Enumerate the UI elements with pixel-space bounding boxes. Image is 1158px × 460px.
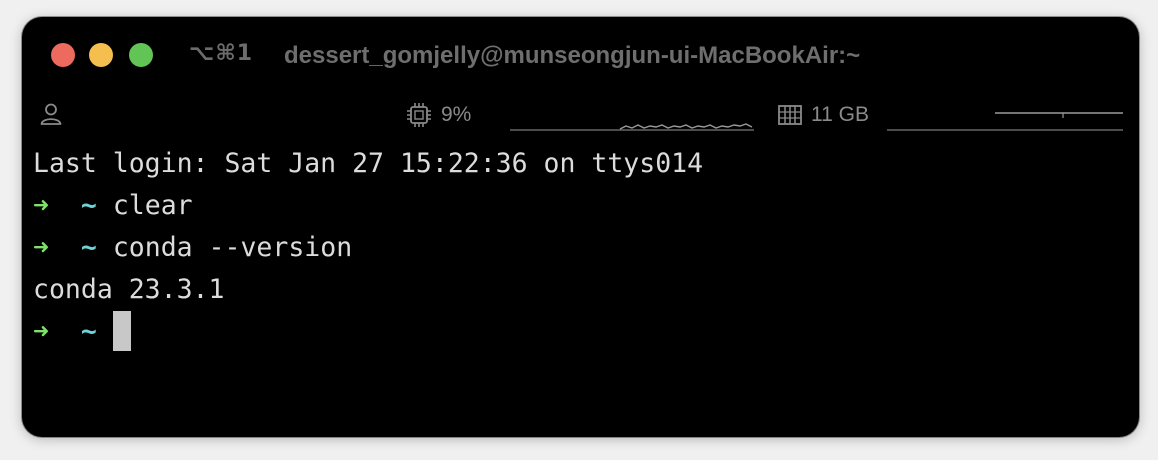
memory-icon [777, 104, 803, 131]
cpu-chip-icon [406, 102, 432, 133]
command-text: conda --version [112, 232, 353, 263]
command-output: conda 23.3.1 [33, 274, 225, 305]
prompt-line: ➜ ~ clear [33, 185, 703, 227]
prompt-directory: ~ [80, 190, 97, 221]
memory-usage: 11 GB [811, 103, 869, 126]
memory-usage-graph [887, 105, 1123, 140]
prompt-line: ➜ ~ conda --version [33, 227, 703, 269]
prompt-directory: ~ [80, 232, 97, 263]
maximize-button[interactable] [129, 43, 153, 67]
terminal-window: ⌥⌘1 dessert_gomjelly@munseongjun-ui-MacB… [22, 17, 1139, 437]
close-button[interactable] [51, 43, 75, 67]
title-bar[interactable]: ⌥⌘1 dessert_gomjelly@munseongjun-ui-MacB… [22, 17, 1139, 93]
login-message: Last login: Sat Jan 27 15:22:36 on ttys0… [33, 148, 704, 179]
person-icon[interactable] [38, 101, 64, 132]
terminal-output[interactable]: Last login: Sat Jan 27 15:22:36 on ttys0… [33, 143, 703, 353]
prompt-directory: ~ [80, 316, 97, 347]
prompt-arrow: ➜ [33, 316, 49, 347]
cpu-usage: 9% [441, 103, 472, 126]
window-title: dessert_gomjelly@munseongjun-ui-MacBookA… [284, 42, 861, 69]
tab-shortcut-label: ⌥⌘1 [189, 41, 254, 66]
status-bar: 9% 11 GB [22, 93, 1139, 137]
active-prompt-line[interactable]: ➜ ~ [33, 310, 703, 353]
minimize-button[interactable] [89, 43, 113, 67]
command-text: clear [112, 190, 193, 221]
text-cursor [112, 310, 131, 351]
prompt-arrow: ➜ [33, 190, 49, 221]
cpu-usage-graph [510, 105, 754, 140]
prompt-arrow: ➜ [33, 232, 49, 263]
